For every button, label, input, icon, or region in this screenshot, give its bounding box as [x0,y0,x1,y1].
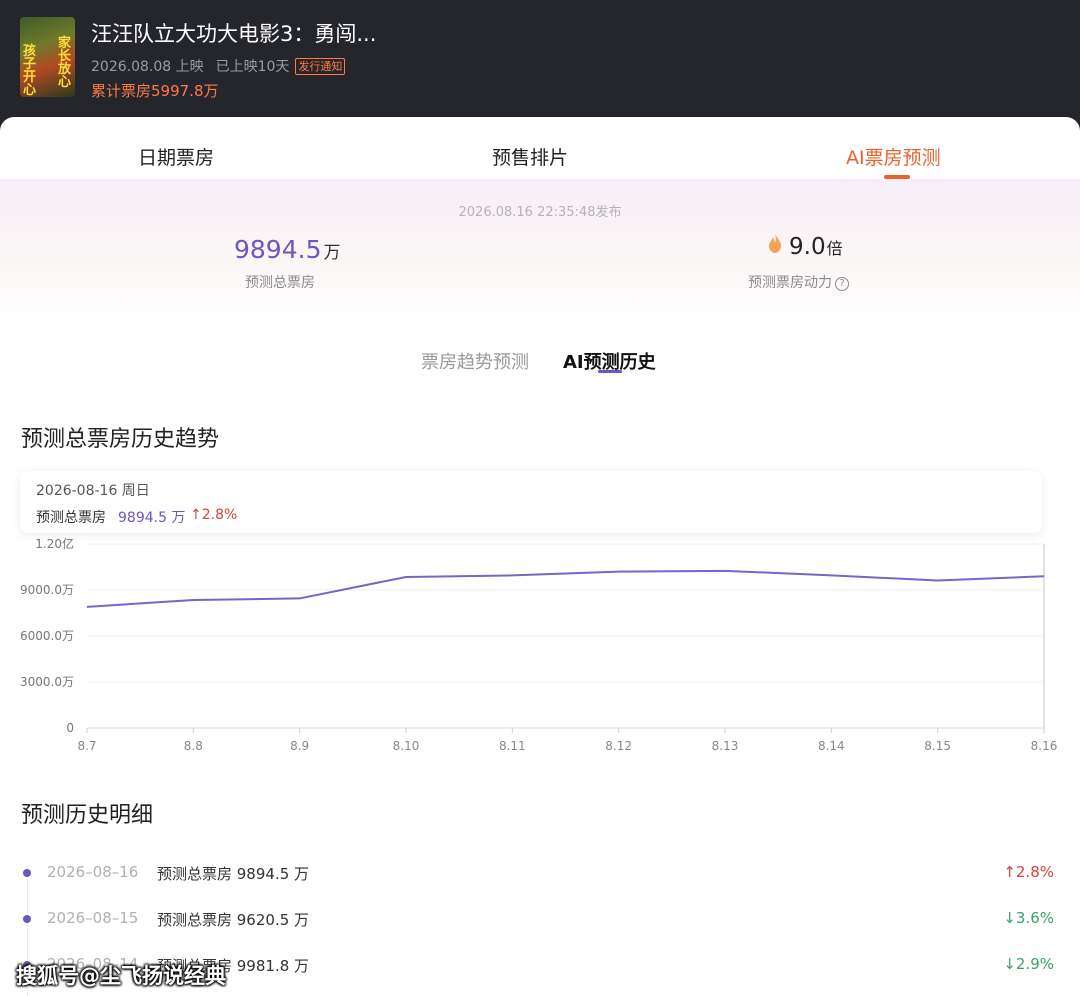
multiplier-label: 预测票房动力 [748,275,832,291]
y-tick-label: 9000.0万 [20,583,74,597]
history-section-title: 预测历史明细 [21,803,154,828]
history-row[interactable]: 2026–08–16 预测总票房 9894.5 万 ↑2.8% [0,858,1080,888]
x-tick-label: 8.13 [712,739,739,753]
x-tick-label: 8.14 [818,739,845,753]
x-tick-label: 8.8 [184,739,203,753]
movie-poster[interactable]: 孩子开心 家长放心 [20,17,75,97]
x-tick-label: 8.11 [499,739,526,753]
y-tick-label: 1.20亿 [35,536,74,551]
series-line [86,569,1045,608]
multiplier-number: 9.0 [789,234,826,260]
watermark: 搜狐号@尘飞扬说经典 [16,964,226,988]
days-showing: 已上映10天 [215,59,290,75]
tab-ai-forecast[interactable]: AI票房预测 [846,143,941,170]
tooltip-change: ↑2.8% [190,507,238,523]
movie-title[interactable]: 汪汪队立大功大电影3：勇闯... [91,18,376,48]
x-tick-label: 8.16 [1031,739,1058,753]
movie-header: 孩子开心 家长放心 汪汪队立大功大电影3：勇闯... 2026.08.08 上映… [0,0,1080,130]
timeline-dot [23,915,31,923]
cumulative-box-office: 累计票房5997.8万 [91,82,219,100]
history-date: 2026–08–16 [47,863,139,881]
release-date: 2026.08.08 上映 [91,59,204,75]
tab-presale-schedule[interactable]: 预售排片 [492,143,568,170]
forecast-summary: 2026.08.16 22:35:48发布 9894.5 万 预测总票房 9.0倍… [0,179,1080,327]
timeline-dot [23,869,31,877]
total-forecast-label: 预测总票房 [245,275,315,291]
total-forecast-unit: 万 [323,243,341,263]
fire-icon [769,233,781,253]
poster-right-text: 家长放心 [58,36,72,90]
tooltip-label: 预测总票房 [36,510,106,526]
history-row[interactable]: 2026–08–15 预测总票房 9620.5 万 ↓3.6% [0,904,1080,934]
total-forecast-number: 9894.5 [234,235,322,264]
y-tick-label: 6000.0万 [20,629,74,643]
x-tick-label: 8.10 [393,739,420,753]
tab-date-box-office[interactable]: 日期票房 [138,143,214,170]
tooltip-value: 9894.5 万 [118,510,186,526]
multiplier-value: 9.0倍 [789,234,843,260]
history-forecast: 预测总票房 9620.5 万 [157,911,310,929]
forecast-history-chart[interactable]: 0 3000.0万 6000.0万 9000.0万 1.20亿 8.7 8.8 8.9 8.10… [0,530,1080,870]
active-subtab-indicator [598,370,622,373]
trend-section-title: 预测总票房历史趋势 [21,427,220,452]
total-forecast-value: 9894.5 万 [234,235,340,264]
y-tick-label: 0 [66,721,74,735]
history-change: ↓2.9% [1003,955,1054,973]
x-tick-label: 8.12 [605,739,632,753]
help-icon[interactable]: ? [835,277,849,291]
notice-badge[interactable]: 发行通知 [295,57,346,75]
x-tick-label: 8.15 [924,739,951,753]
history-date: 2026–08–15 [47,909,139,927]
poster-left-text: 孩子开心 [23,44,37,97]
publish-time: 2026.08.16 22:35:48发布 [458,205,622,220]
history-forecast: 预测总票房 9894.5 万 [157,865,310,883]
top-tabs: 日期票房 预售排片 AI票房预测 [0,117,1080,179]
history-change: ↓3.6% [1003,909,1054,927]
x-tick-label: 8.9 [290,739,309,753]
tooltip-date: 2026-08-16 周日 [36,483,150,499]
chart-tooltip: 2026-08-16 周日 预测总票房 9894.5 万 ↑2.8% [20,471,1042,533]
multiplier-unit: 倍 [826,239,843,258]
release-info: 2026.08.08 上映 已上映10天 发行通知 [91,56,346,76]
x-tick-label: 8.7 [77,739,96,753]
subtab-trend-forecast[interactable]: 票房趋势预测 [421,348,529,374]
y-tick-label: 3000.0万 [20,675,74,689]
multiplier-label-row: 预测票房动力? [748,272,849,292]
history-change: ↑2.8% [1003,863,1054,881]
